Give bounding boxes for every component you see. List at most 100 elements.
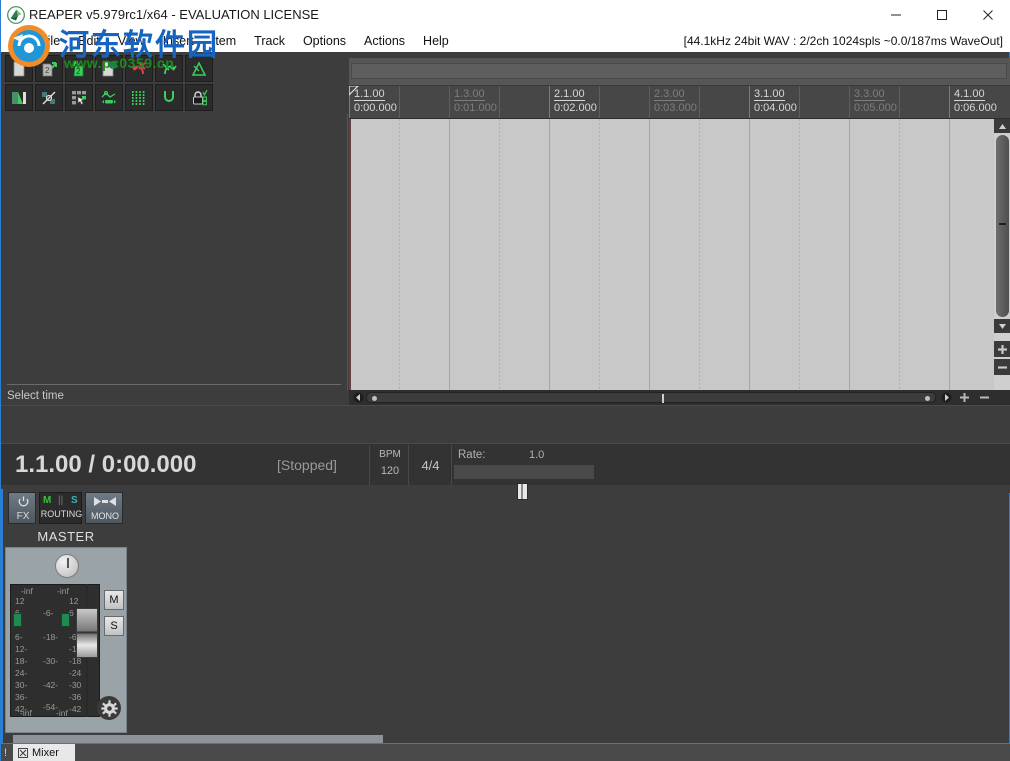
new-project-button[interactable] (5, 55, 33, 82)
plus-icon (998, 344, 1007, 354)
scroll-thumb-grip (999, 223, 1006, 225)
audio-device-status[interactable]: [44.1kHz 24bit WAV : 2/2ch 1024spls ~0.0… (684, 34, 1003, 48)
volume-fader-thumb[interactable] (76, 608, 98, 658)
solo-button[interactable]: S (104, 616, 124, 636)
save-project-button[interactable]: 2 (65, 55, 93, 82)
automation-button[interactable] (95, 84, 123, 111)
arrange-top-strip (349, 58, 1010, 86)
project-settings-button[interactable]: i (95, 55, 123, 82)
maximize-button[interactable] (919, 0, 965, 30)
close-box-icon[interactable] (18, 748, 28, 758)
warning-icon[interactable]: ! (4, 747, 10, 759)
arrange-vertical-scrollbar[interactable] (994, 119, 1010, 390)
mute-indicator: M (43, 495, 52, 506)
redo-button[interactable] (155, 55, 183, 82)
play-position-display[interactable]: 1.1.00 / 0:00.000 (15, 451, 196, 479)
menu-actions[interactable]: Actions (355, 32, 414, 50)
vertical-scroll-thumb[interactable] (996, 135, 1009, 317)
grid-button[interactable] (125, 84, 153, 111)
master-track-name[interactable]: MASTER (3, 529, 129, 544)
rate-value[interactable]: 1.0 (529, 449, 544, 461)
edit-cursor-icon[interactable] (349, 86, 359, 98)
playback-state: [Stopped] (277, 457, 337, 473)
bpm-control[interactable]: BPM 120 (369, 445, 409, 485)
menu-options[interactable]: Options (294, 32, 355, 50)
zoom-out-horizontal-button[interactable] (977, 391, 991, 404)
scroll-handle-right[interactable] (925, 396, 930, 401)
close-button[interactable] (965, 0, 1010, 30)
lock-button[interactable] (185, 84, 213, 111)
reaper-app-icon (7, 6, 25, 24)
open-project-button[interactable]: 2 (35, 55, 63, 82)
rate-slider-thumb[interactable] (517, 483, 528, 500)
arrange-gridline (499, 119, 500, 390)
menu-track[interactable]: Track (245, 32, 294, 50)
timeline-ruler[interactable]: 1.1.00 0:00.000 1.3.00 0:01.000 2.1.00 0… (349, 86, 1010, 119)
menu-view[interactable]: View (109, 32, 154, 50)
scroll-down-button[interactable] (994, 319, 1010, 333)
loop-icon (164, 90, 174, 102)
routing-button[interactable]: M || S ROUTING (39, 492, 82, 524)
meter-scale-value: -42- (43, 680, 59, 690)
scroll-left-button[interactable] (352, 391, 365, 404)
grouping-button[interactable] (65, 84, 93, 111)
envelope-button[interactable] (185, 55, 213, 82)
meter-scale-value: -42 (69, 704, 82, 714)
window-title: REAPER v5.979rc1/x64 - EVALUATION LICENS… (29, 7, 319, 22)
dock-tab-mixer[interactable]: Mixer (13, 744, 75, 761)
zoom-in-horizontal-button[interactable] (957, 391, 971, 404)
track-panel-divider (7, 384, 341, 385)
arrange-view[interactable] (349, 119, 994, 390)
mute-button[interactable]: M (104, 590, 124, 610)
minimize-icon (891, 14, 901, 16)
automation-icon (101, 90, 116, 104)
meter-scale-value: -30 (69, 680, 82, 690)
item-properties-button[interactable] (35, 84, 63, 111)
fx-button[interactable]: FX (8, 492, 36, 524)
scroll-handle-left[interactable] (372, 396, 377, 401)
undo-button[interactable] (125, 55, 153, 82)
rate-slider-track[interactable] (454, 465, 594, 500)
zoom-in-vertical-button[interactable] (994, 341, 1010, 357)
arrange-horizontal-scrollbar[interactable] (349, 390, 1010, 405)
redo-icon (162, 62, 177, 74)
menu-item[interactable]: Item (203, 32, 245, 50)
chevron-down-icon (999, 323, 1006, 329)
routing-bars-icon: || (58, 495, 64, 506)
envelope-icon (191, 60, 207, 76)
dock-tab-label: Mixer (32, 747, 59, 759)
meter-peak-right: -inf (57, 586, 69, 596)
horizontal-scroll-track[interactable] (366, 392, 936, 403)
meter-floor-right: -inf (56, 708, 68, 718)
mono-label: MONO (91, 511, 119, 521)
gear-icon (100, 699, 118, 717)
scroll-right-button[interactable] (940, 391, 953, 404)
meter-floor-left: -inf (20, 708, 32, 718)
mono-button[interactable]: MONO (85, 492, 123, 524)
menu-item-list: File Edit View Insert Item Track Options… (31, 30, 458, 52)
rate-label: Rate: (458, 449, 486, 461)
ruler-tick (649, 86, 650, 118)
time-signature-control[interactable]: 4/4 (410, 445, 452, 485)
minimize-button[interactable] (873, 0, 919, 30)
meter-scale-value: -18 (69, 656, 82, 666)
menu-insert[interactable]: Insert (154, 32, 203, 50)
pan-knob[interactable] (55, 554, 79, 578)
ruler-tick (699, 86, 700, 118)
track-control-panel[interactable] (1, 114, 348, 390)
minus-icon (998, 365, 1007, 369)
meter-scale-value: 12- (15, 644, 28, 654)
loop-region-button[interactable] (155, 84, 183, 111)
crossfade-button[interactable] (5, 84, 33, 111)
master-strip-header: FX M || S ROUTING MONO (3, 489, 129, 529)
scroll-up-button[interactable] (994, 119, 1010, 133)
menu-help[interactable]: Help (414, 32, 458, 50)
bpm-value[interactable]: 120 (370, 465, 410, 477)
menu-edit[interactable]: Edit (69, 32, 109, 50)
menu-file[interactable]: File (31, 32, 69, 50)
arrange-top-strip-inner[interactable] (351, 63, 1007, 79)
zoom-out-vertical-button[interactable] (994, 359, 1010, 375)
track-settings-button[interactable] (97, 696, 121, 720)
arrange-gridline (449, 119, 450, 390)
time-signature-value[interactable]: 4/4 (421, 458, 439, 473)
